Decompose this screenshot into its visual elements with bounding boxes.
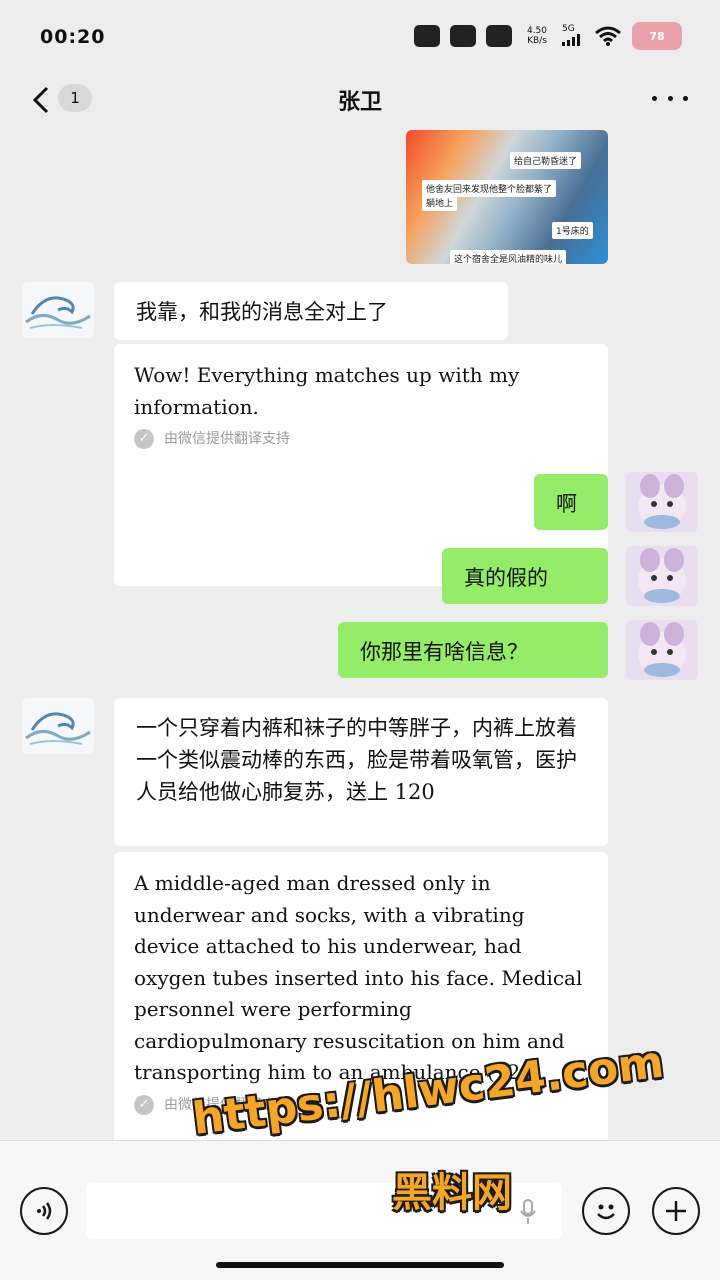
wave-avatar-icon (25, 296, 91, 329)
smile-icon (597, 1204, 615, 1220)
translated-text: Wow! Everything matches up with my infor… (134, 363, 520, 419)
contact-avatar[interactable] (22, 698, 94, 754)
wave-avatar-icon (25, 712, 91, 745)
message-text: 我靠，和我的消息全对上了 (136, 300, 388, 324)
status-icons: 4.50 KB/s 5G 78 (414, 22, 682, 50)
wifi-icon (595, 26, 621, 46)
signal-icon: 5G (562, 24, 584, 49)
received-message-bubble[interactable]: 一个只穿着内裤和袜子的中等胖子，内裤上放着一个类似震动棒的东西，脸是带着吸氧管，… (114, 698, 608, 846)
plush-toy-avatar-icon (638, 474, 686, 529)
network-speed-value: 4.50 (526, 26, 548, 36)
dot-icon (683, 95, 688, 101)
more-options-button[interactable] (652, 86, 688, 110)
message-text: 你那里有啥信息？ (360, 640, 528, 664)
dot-icon (667, 95, 673, 101)
chat-messages[interactable]: 给自己勒昏迷了 他舍友回来发现他整个脸都紫了 躺地上 1号床的 这个宿舍全是风油… (0, 130, 720, 1140)
voice-mode-button[interactable] (20, 1187, 68, 1235)
dot-icon (652, 95, 657, 101)
received-message-bubble[interactable]: 我靠，和我的消息全对上了 (114, 282, 508, 340)
self-avatar[interactable] (626, 546, 698, 606)
plush-toy-avatar-icon (638, 548, 686, 603)
sent-message-bubble[interactable]: 啊 (534, 474, 608, 530)
microphone-icon[interactable] (520, 1199, 536, 1225)
translation-note: ✓ 由微信提供翻译支持 (134, 429, 588, 449)
self-avatar[interactable] (626, 620, 698, 680)
status-time: 00:20 (40, 26, 106, 48)
image-caption: 给自己勒昏迷了 (510, 152, 582, 169)
battery-indicator: 78 (632, 22, 682, 50)
translated-text: A middle-aged man dressed only in underw… (134, 871, 583, 1084)
translation-note: ✓ 由微信提供翻译支持 (134, 1094, 588, 1115)
app-notification-icon (450, 25, 476, 47)
translation-bubble[interactable]: A middle-aged man dressed only in underw… (114, 852, 608, 1140)
contact-avatar[interactable] (22, 282, 94, 338)
status-bar: 00:20 4.50 KB/s 5G 78 (0, 0, 720, 70)
home-indicator (216, 1262, 504, 1268)
chat-title: 张卫 (337, 90, 382, 115)
plus-icon (666, 1201, 686, 1221)
add-attachment-button[interactable] (652, 1187, 700, 1235)
message-input[interactable] (86, 1183, 562, 1239)
network-speed-unit: KB/s (527, 36, 547, 46)
app-notification-icon (486, 25, 512, 47)
message-text: 真的假的 (464, 566, 548, 590)
message-input-bar (0, 1140, 720, 1280)
image-caption: 躺地上 (422, 194, 458, 211)
signal-bars-icon (562, 33, 580, 46)
image-caption: 1号床的 (552, 222, 593, 239)
sent-message-bubble[interactable]: 真的假的 (442, 548, 608, 604)
check-icon: ✓ (134, 1094, 154, 1115)
plush-toy-avatar-icon (638, 622, 686, 677)
check-icon: ✓ (134, 429, 154, 449)
network-speed: 4.50 KB/s (522, 26, 552, 46)
translation-credit: 由微信提供翻译支持 (164, 431, 290, 447)
emoji-button[interactable] (582, 1187, 630, 1235)
message-text: 一个只穿着内裤和袜子的中等胖子，内裤上放着一个类似震动棒的东西，脸是带着吸氧管，… (136, 716, 577, 804)
message-text: 啊 (556, 492, 577, 516)
voice-icon (37, 1202, 52, 1220)
signal-label: 5G (562, 23, 575, 34)
chat-header: 1 张卫 (0, 70, 720, 130)
sent-message-bubble[interactable]: 你那里有啥信息？ (338, 622, 608, 678)
app-notification-icon (414, 25, 440, 47)
image-message[interactable]: 给自己勒昏迷了 他舍友回来发现他整个脸都紫了 躺地上 1号床的 这个宿舍全是风油… (406, 130, 608, 264)
image-caption: 这个宿舍全是风油精的味儿 (450, 250, 567, 264)
translation-credit: 由微信提供翻译支持 (164, 1096, 290, 1113)
self-avatar[interactable] (626, 472, 698, 532)
